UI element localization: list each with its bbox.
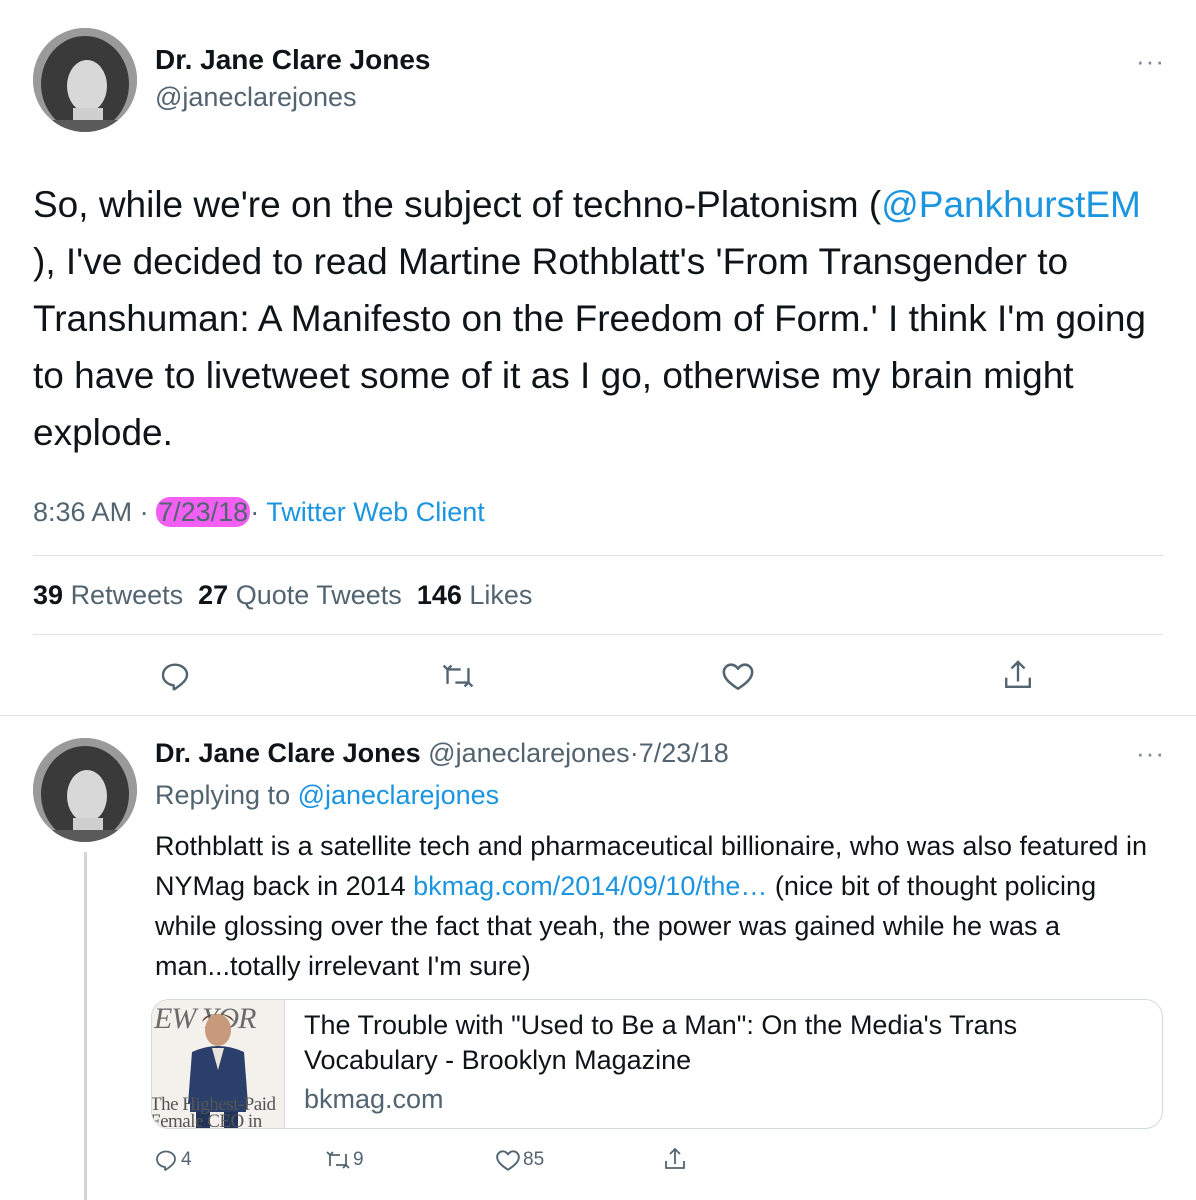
tweet-text: Rothblatt is a satellite tech and pharma… bbox=[155, 826, 1165, 986]
tweet-date[interactable]: 7/23/18 bbox=[639, 738, 729, 768]
divider bbox=[33, 634, 1163, 635]
thread-line bbox=[84, 852, 87, 1200]
meta-separator: · bbox=[250, 497, 260, 527]
handle[interactable]: @janeclarejones bbox=[428, 738, 630, 768]
retweet-icon bbox=[325, 1148, 351, 1172]
display-name[interactable]: Dr. Jane Clare Jones bbox=[155, 44, 430, 76]
tweet-meta: 8:36 AM · 7/23/18· Twitter Web Client bbox=[33, 497, 485, 528]
avatar-photo bbox=[33, 738, 137, 842]
likes-stat[interactable]: 146 Likes bbox=[417, 580, 533, 610]
like-action[interactable]: 85 bbox=[495, 1148, 544, 1172]
handle[interactable]: @janeclarejones bbox=[155, 82, 357, 113]
engagement-stats: 39 Retweets 27 Quote Tweets 146 Likes bbox=[33, 580, 532, 611]
more-icon[interactable]: ··· bbox=[1136, 740, 1165, 766]
reply-header: Dr. Jane Clare Jones @janeclarejones·7/2… bbox=[155, 738, 729, 769]
retweets-stat[interactable]: 39 Retweets bbox=[33, 580, 183, 610]
thumbnail-caption: The Highest-Paid Female CEO in bbox=[152, 1094, 276, 1129]
card-thumbnail: EW YOR The Highest-Paid Female CEO in bbox=[152, 1000, 285, 1129]
replying-to: Replying to @janeclarejones bbox=[155, 780, 499, 811]
avatar-photo bbox=[33, 28, 137, 132]
quotes-count: 27 bbox=[198, 580, 229, 610]
tweet-link[interactable]: bkmag.com/2014/09/10/the… bbox=[413, 871, 767, 901]
more-icon[interactable]: ··· bbox=[1136, 48, 1165, 74]
retweet-action[interactable]: 9 bbox=[325, 1148, 364, 1172]
likes-count: 146 bbox=[416, 580, 462, 610]
meta-separator: · bbox=[629, 738, 639, 768]
share-icon[interactable] bbox=[663, 1146, 687, 1172]
quotes-stat[interactable]: 27 Quote Tweets bbox=[198, 580, 402, 610]
heart-icon bbox=[495, 1148, 521, 1172]
meta-separator: · bbox=[139, 497, 149, 527]
likes-label: Likes bbox=[469, 580, 533, 610]
tweet-date-highlighted[interactable]: 7/23/18 bbox=[156, 497, 251, 527]
tweet-text: So, while we're on the subject of techno… bbox=[33, 176, 1163, 461]
retweet-count: 9 bbox=[353, 1149, 364, 1170]
retweets-label: Retweets bbox=[70, 580, 184, 610]
reply-count: 4 bbox=[181, 1149, 192, 1170]
reply-icon bbox=[154, 1148, 178, 1172]
like-count: 85 bbox=[523, 1149, 545, 1170]
tweet-client-link[interactable]: Twitter Web Client bbox=[266, 497, 485, 527]
share-icon[interactable] bbox=[1002, 658, 1034, 692]
mention-link[interactable]: @PankhurstEM bbox=[881, 184, 1141, 225]
reply-icon[interactable] bbox=[159, 660, 191, 692]
retweet-icon[interactable] bbox=[441, 660, 475, 692]
divider bbox=[33, 555, 1163, 556]
retweets-count: 39 bbox=[33, 580, 64, 610]
reply-action[interactable]: 4 bbox=[154, 1148, 192, 1172]
replying-to-handle[interactable]: @janeclarejones bbox=[298, 780, 500, 810]
quotes-label: Quote Tweets bbox=[235, 580, 402, 610]
card-domain: bkmag.com bbox=[304, 1084, 444, 1114]
replying-to-label: Replying to bbox=[155, 780, 298, 810]
card-title: The Trouble with "Used to Be a Man": On … bbox=[304, 1010, 1018, 1075]
link-card[interactable]: EW YOR The Highest-Paid Female CEO in Th… bbox=[151, 999, 1163, 1129]
tweet-text-start: So, while we're on the subject of techno… bbox=[33, 184, 882, 225]
avatar[interactable] bbox=[33, 28, 137, 132]
tweet-text-end: ), I've decided to read Martine Rothblat… bbox=[33, 241, 1146, 453]
tweet-time[interactable]: 8:36 AM bbox=[33, 497, 132, 527]
heart-icon[interactable] bbox=[721, 660, 755, 692]
display-name[interactable]: Dr. Jane Clare Jones bbox=[155, 738, 421, 768]
avatar[interactable] bbox=[33, 738, 137, 842]
divider bbox=[0, 715, 1196, 716]
